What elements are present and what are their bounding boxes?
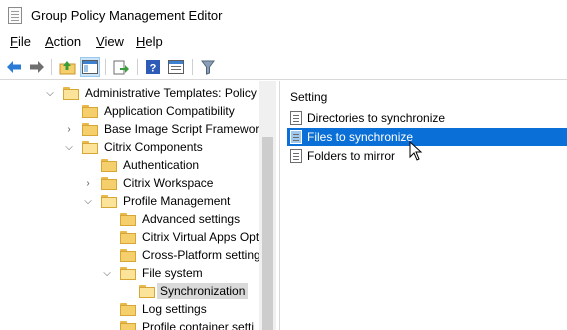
folder-icon: [82, 141, 98, 154]
tree-node-synchronization[interactable]: Synchronization: [0, 282, 259, 300]
window-title: Group Policy Management Editor: [31, 8, 223, 23]
expanded-chevron-icon[interactable]: ⌵: [45, 88, 55, 99]
setting-label: Files to synchronize: [307, 130, 414, 144]
tree-node-citrix-workspace[interactable]: › Citrix Workspace: [0, 174, 259, 192]
folder-icon: [139, 285, 155, 298]
menu-bar: File Action View Help: [0, 32, 567, 52]
tree-node-label: Authentication: [123, 158, 200, 172]
tree-node-label: File system: [142, 266, 203, 280]
setting-directories-to-synchronize[interactable]: Directories to synchronize: [287, 109, 567, 127]
folder-icon: [120, 267, 136, 280]
folder-icon: [101, 159, 117, 172]
folder-icon: [120, 303, 136, 316]
back-icon[interactable]: [4, 57, 24, 77]
expanded-chevron-icon[interactable]: ⌵: [64, 142, 74, 153]
collapsed-chevron-icon[interactable]: ›: [64, 124, 74, 135]
tree-pane: ⌵ Administrative Templates: Policy Appli…: [0, 81, 276, 330]
folder-icon: [63, 87, 79, 100]
folder-icon: [82, 105, 98, 118]
tree-node-authentication[interactable]: Authentication: [0, 156, 259, 174]
tree-node-label: Profile container setti: [142, 320, 255, 330]
expanded-chevron-icon[interactable]: ⌵: [83, 196, 93, 207]
menu-help[interactable]: Help: [136, 34, 163, 49]
tree-node-application-compatibility[interactable]: Application Compatibility: [0, 102, 259, 120]
settings-pane: Setting Directories to synchronize Files…: [280, 81, 567, 330]
tree-node-base-image-script-framework[interactable]: › Base Image Script Framework: [0, 120, 265, 138]
tree-node-label: Citrix Workspace: [123, 176, 214, 190]
policy-setting-icon: [290, 149, 302, 163]
tree-node-cross-platform-settings[interactable]: Cross-Platform setting: [0, 246, 261, 264]
tree-node-profile-container-settings[interactable]: Profile container setti: [0, 318, 259, 330]
tree-node-profile-management[interactable]: ⌵ Profile Management: [0, 192, 259, 210]
forward-icon[interactable]: [27, 57, 47, 77]
menu-file[interactable]: File: [10, 34, 31, 49]
tree-node-label: Profile Management: [123, 194, 231, 208]
tree-node-label: Base Image Script Framework: [104, 122, 266, 136]
tree-node-administrative-templates[interactable]: ⌵ Administrative Templates: Policy: [0, 84, 259, 102]
collapsed-chevron-icon[interactable]: ›: [83, 178, 93, 189]
policy-setting-icon: [290, 111, 302, 125]
folder-icon: [120, 213, 136, 226]
menu-view[interactable]: View: [96, 34, 124, 49]
folder-icon: [101, 195, 117, 208]
filter-icon[interactable]: [198, 57, 218, 77]
tree-node-label: Log settings: [142, 302, 207, 316]
folder-icon: [120, 321, 136, 330]
title-bar: Group Policy Management Editor: [0, 0, 567, 32]
mouse-cursor-icon: [409, 141, 423, 161]
tree-node-label: Cross-Platform setting: [142, 248, 261, 262]
tree-node-label: Advanced settings: [142, 212, 241, 226]
folder-icon: [82, 123, 98, 136]
tree-node-label: Citrix Components: [104, 140, 203, 154]
show-hide-tree-icon[interactable]: [80, 57, 100, 77]
tree-node-label: Administrative Templates: Policy: [85, 86, 257, 100]
up-folder-icon[interactable]: [57, 57, 77, 77]
policy-setting-icon: [290, 130, 302, 144]
folder-icon: [120, 231, 136, 244]
setting-label: Folders to mirror: [307, 149, 396, 163]
tree-node-advanced-settings[interactable]: Advanced settings: [0, 210, 259, 228]
tree-node-label: Citrix Virtual Apps Opti: [142, 230, 262, 244]
setting-files-to-synchronize[interactable]: Files to synchronize: [287, 128, 567, 146]
expanded-chevron-icon[interactable]: ⌵: [102, 268, 112, 279]
menu-action[interactable]: Action: [45, 34, 81, 49]
setting-column-header[interactable]: Setting: [290, 90, 327, 104]
tree-node-file-system[interactable]: ⌵ File system: [0, 264, 259, 282]
properties-icon[interactable]: [166, 57, 186, 77]
setting-label: Directories to synchronize: [307, 111, 446, 125]
tree-node-label: Synchronization: [157, 283, 249, 299]
toolbar: ?: [0, 54, 567, 80]
tree-node-log-settings[interactable]: Log settings: [0, 300, 259, 318]
tree-vertical-scrollbar[interactable]: [259, 81, 276, 330]
svg-text:?: ?: [150, 63, 157, 75]
folder-icon: [101, 177, 117, 190]
scrollbar-thumb[interactable]: [262, 137, 273, 330]
tree-node-citrix-components[interactable]: ⌵ Citrix Components: [0, 138, 259, 156]
help-icon[interactable]: ?: [143, 57, 163, 77]
gpme-app-icon: [8, 7, 22, 24]
folder-icon: [120, 249, 136, 262]
tree-node-label: Application Compatibility: [104, 104, 235, 118]
export-list-icon[interactable]: [111, 57, 131, 77]
setting-folders-to-mirror[interactable]: Folders to mirror: [287, 147, 567, 165]
tree-node-citrix-virtual-apps-optimization[interactable]: Citrix Virtual Apps Opti: [0, 228, 262, 246]
